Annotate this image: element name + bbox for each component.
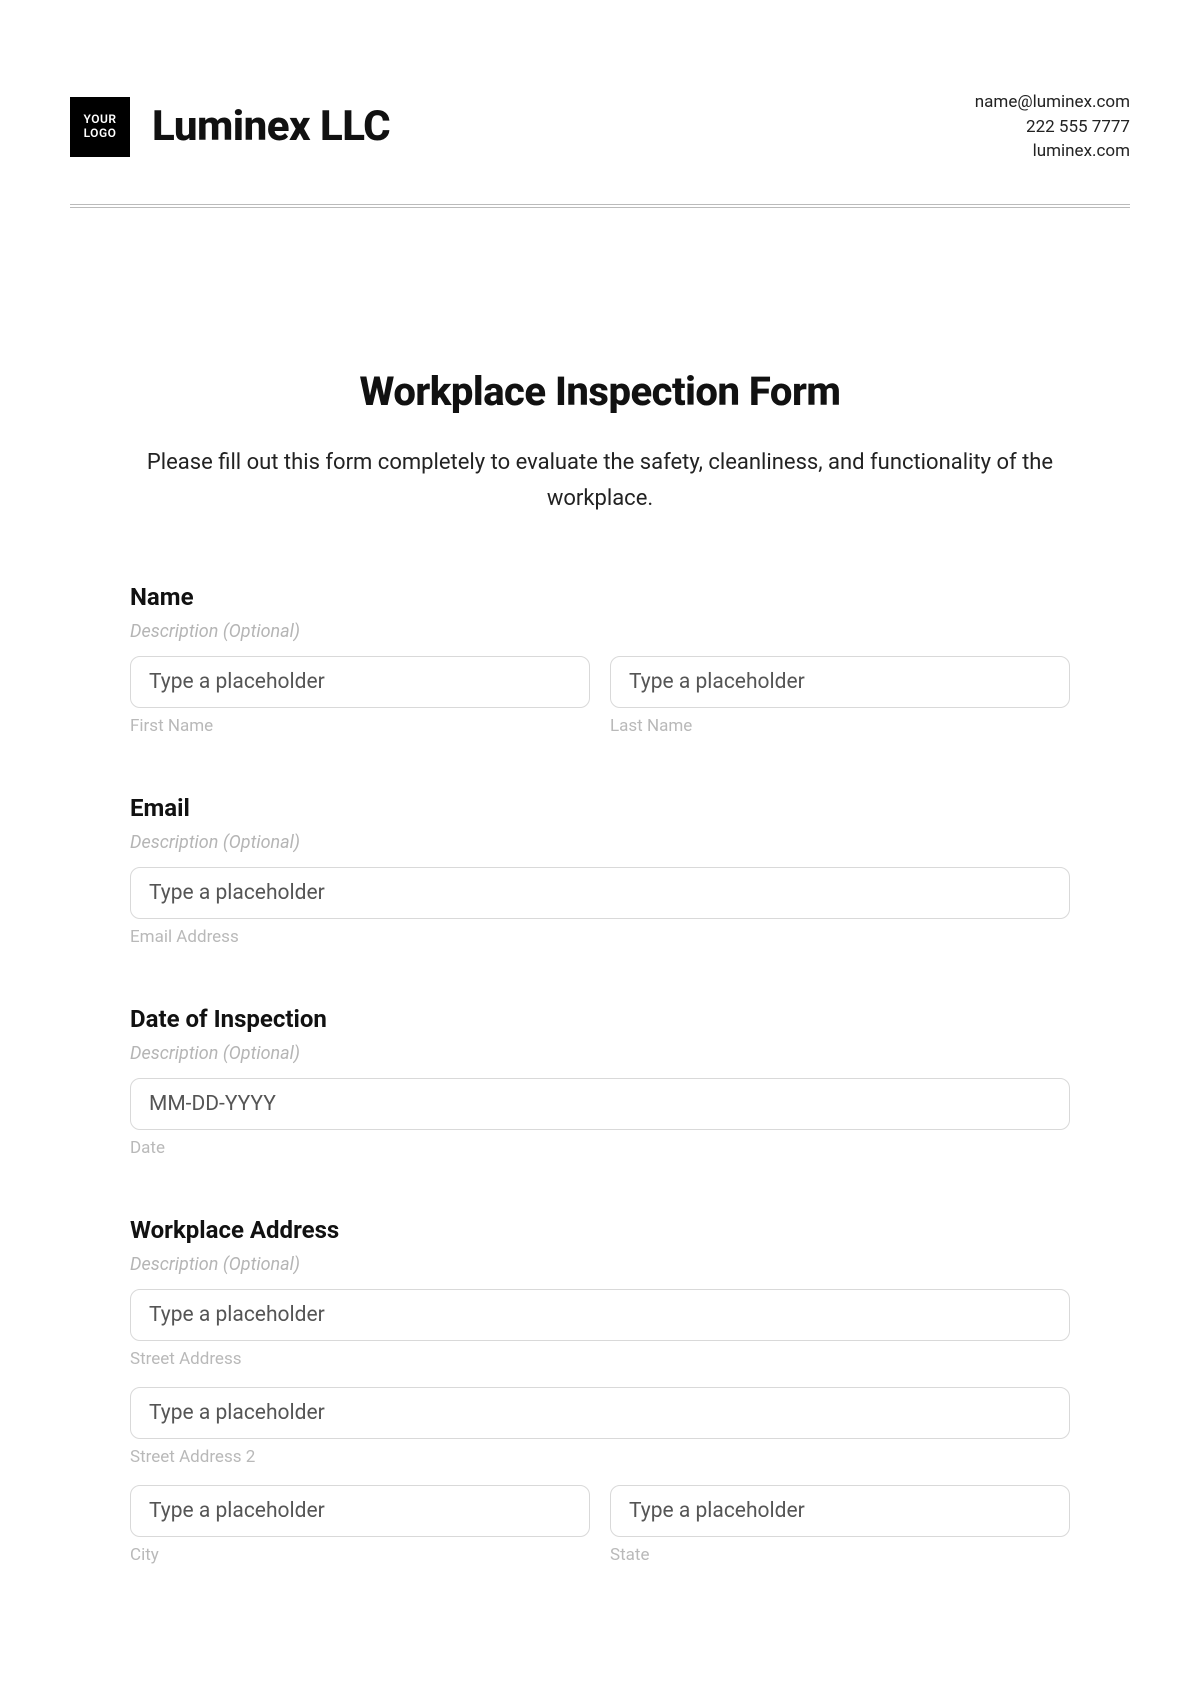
email-input[interactable] — [130, 867, 1070, 919]
section-address: Workplace Address Description (Optional)… — [130, 1216, 1070, 1565]
first-name-sublabel: First Name — [130, 716, 590, 736]
header-divider — [70, 204, 1130, 208]
date-sublabel: Date — [130, 1138, 1070, 1158]
address-label: Workplace Address — [130, 1216, 1070, 1244]
address-description: Description (Optional) — [130, 1254, 1070, 1275]
street-address-2-input[interactable] — [130, 1387, 1070, 1439]
street-address-sublabel: Street Address — [130, 1349, 1070, 1369]
date-description: Description (Optional) — [130, 1043, 1070, 1064]
name-label: Name — [130, 583, 1070, 611]
logo-line-2: LOGO — [84, 126, 117, 140]
header-left: YOUR LOGO Luminex LLC — [70, 97, 390, 157]
contact-phone: 222 555 7777 — [975, 115, 1130, 140]
date-input[interactable] — [130, 1078, 1070, 1130]
street-address-input[interactable] — [130, 1289, 1070, 1341]
state-input[interactable] — [610, 1485, 1070, 1537]
email-label: Email — [130, 794, 1070, 822]
section-date: Date of Inspection Description (Optional… — [130, 1005, 1070, 1158]
header: YOUR LOGO Luminex LLC name@luminex.com 2… — [70, 90, 1130, 164]
form-content: Workplace Inspection Form Please fill ou… — [70, 368, 1130, 1565]
contact-email: name@luminex.com — [975, 90, 1130, 115]
logo-line-1: YOUR — [84, 112, 117, 126]
company-name: Luminex LLC — [152, 102, 390, 151]
contact-block: name@luminex.com 222 555 7777 luminex.co… — [975, 90, 1130, 164]
city-input[interactable] — [130, 1485, 590, 1537]
name-description: Description (Optional) — [130, 621, 1070, 642]
email-description: Description (Optional) — [130, 832, 1070, 853]
email-sublabel: Email Address — [130, 927, 1070, 947]
city-sublabel: City — [130, 1545, 590, 1565]
page-subtitle: Please fill out this form completely to … — [140, 445, 1060, 518]
last-name-sublabel: Last Name — [610, 716, 1070, 736]
last-name-input[interactable] — [610, 656, 1070, 708]
state-sublabel: State — [610, 1545, 1070, 1565]
logo-placeholder: YOUR LOGO — [70, 97, 130, 157]
section-email: Email Description (Optional) Email Addre… — [130, 794, 1070, 947]
contact-website: luminex.com — [975, 139, 1130, 164]
page-title: Workplace Inspection Form — [130, 368, 1070, 415]
street-address-2-sublabel: Street Address 2 — [130, 1447, 1070, 1467]
section-name: Name Description (Optional) First Name L… — [130, 583, 1070, 736]
date-label: Date of Inspection — [130, 1005, 1070, 1033]
page: YOUR LOGO Luminex LLC name@luminex.com 2… — [0, 0, 1200, 1565]
first-name-input[interactable] — [130, 656, 590, 708]
